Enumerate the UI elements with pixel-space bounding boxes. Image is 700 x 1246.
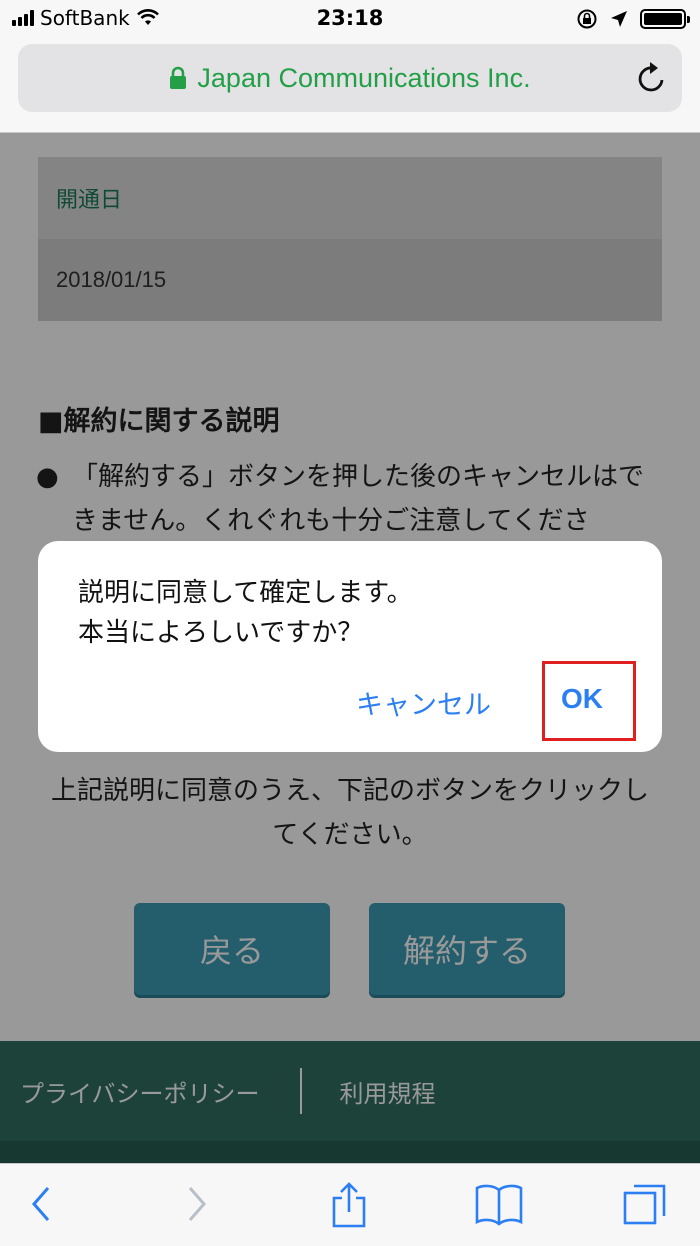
dialog-cancel-button[interactable]: キャンセル bbox=[356, 683, 491, 722]
lock-rotation-icon bbox=[577, 9, 597, 29]
status-right bbox=[576, 8, 690, 30]
dialog-message-line2: 本当によろしいですか？ bbox=[78, 618, 364, 648]
bookmarks-icon[interactable] bbox=[474, 1182, 524, 1226]
dialog-message: 説明に同意して確定します。 本当によろしいですか？ bbox=[78, 573, 413, 653]
location-icon bbox=[611, 11, 627, 27]
share-icon[interactable] bbox=[328, 1182, 370, 1228]
battery-icon bbox=[640, 9, 690, 29]
tabs-icon[interactable] bbox=[622, 1182, 668, 1228]
url-title: Japan Communications Inc. bbox=[197, 62, 531, 93]
status-bar: SoftBank 23:18 bbox=[0, 0, 700, 40]
dialog-message-line1: 説明に同意して確定します。 bbox=[78, 578, 413, 608]
lock-icon bbox=[170, 66, 187, 89]
ok-highlight-box bbox=[542, 661, 636, 741]
back-icon[interactable] bbox=[28, 1182, 54, 1226]
browser-toolbar bbox=[0, 1163, 700, 1246]
reload-icon[interactable] bbox=[636, 60, 668, 96]
forward-icon[interactable] bbox=[184, 1182, 210, 1226]
url-field[interactable]: Japan Communications Inc. bbox=[18, 44, 682, 112]
browser-address-bar: Japan Communications Inc. bbox=[0, 40, 700, 133]
